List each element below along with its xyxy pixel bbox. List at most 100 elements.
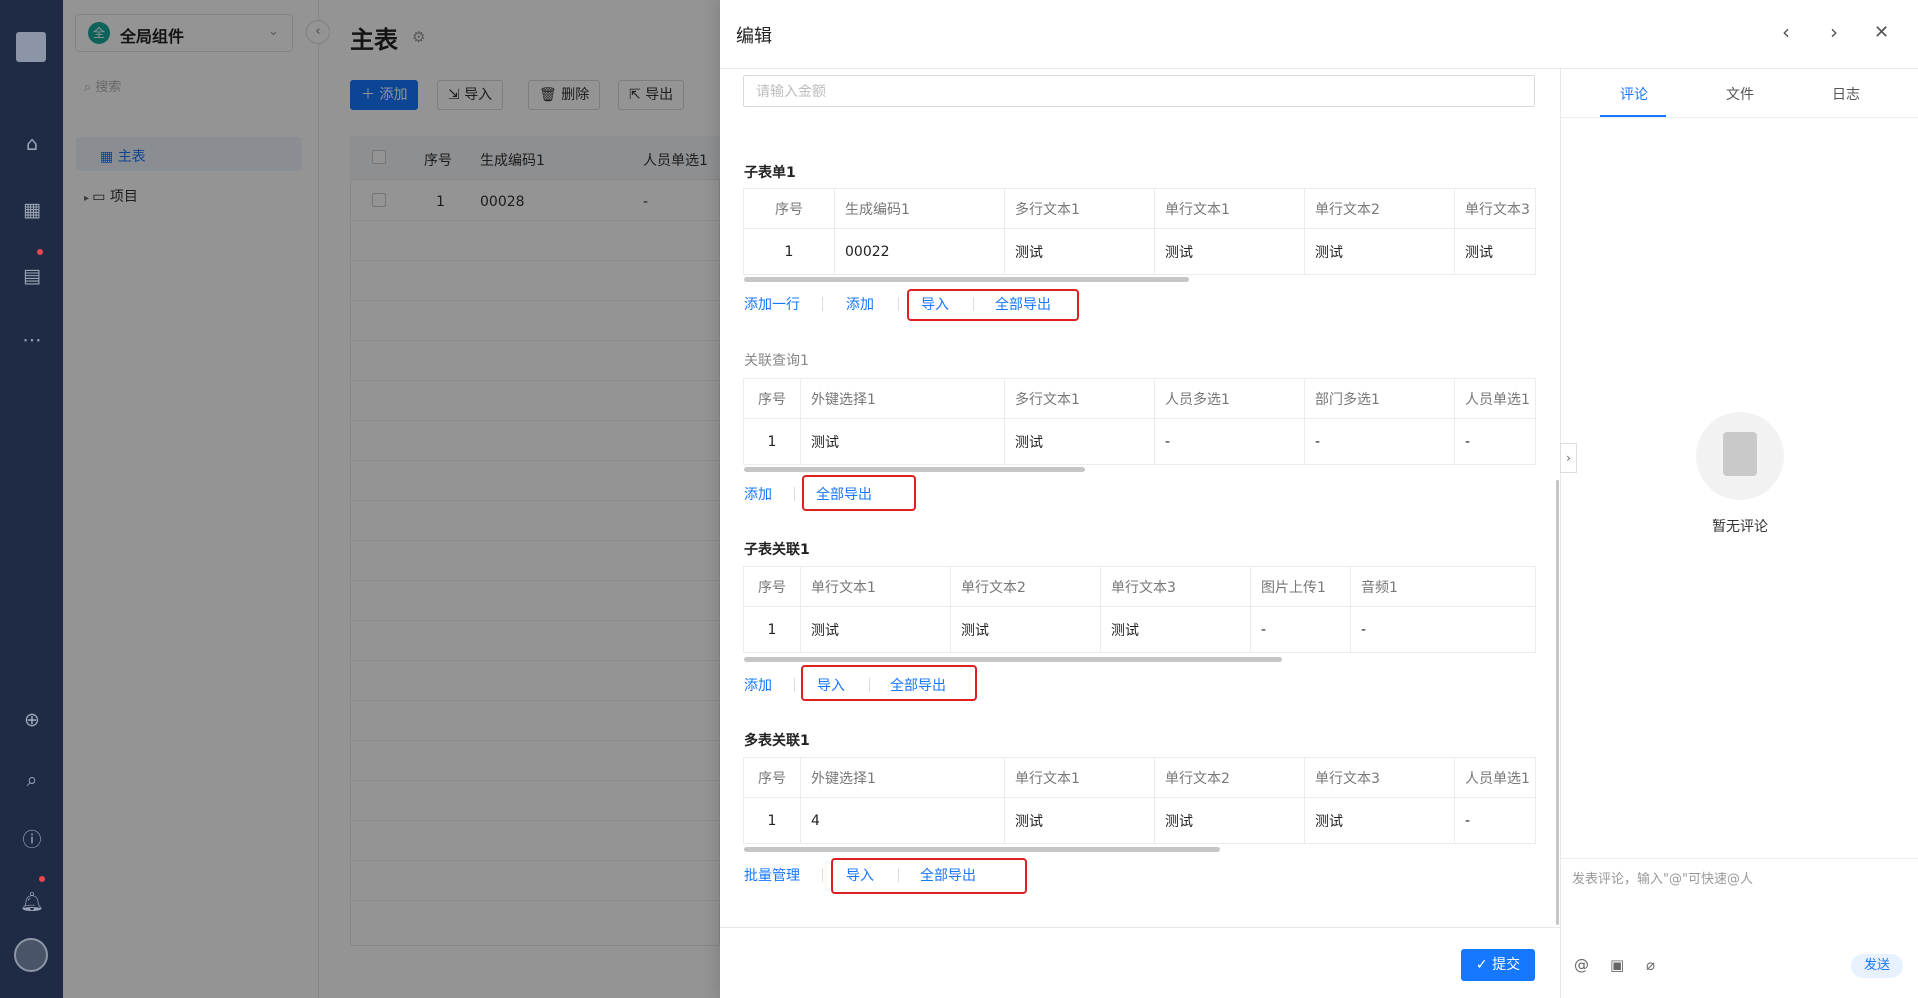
amount-input[interactable]	[743, 75, 1535, 107]
column-header: 单行文本2	[1304, 188, 1455, 229]
column-header: 单行文本2	[950, 566, 1101, 607]
table-cell: 测试	[800, 606, 951, 653]
footer-divider	[720, 927, 1560, 928]
empty-state-text: 暂无评论	[1712, 519, 1768, 535]
apps-icon[interactable]: ▦	[18, 196, 46, 224]
submit-button[interactable]: ✓ 提交	[1461, 949, 1535, 981]
table-cell: 测试	[1100, 606, 1251, 653]
add-link[interactable]: 添加	[846, 294, 874, 314]
home-icon[interactable]: ⌂	[18, 130, 46, 158]
table-cell[interactable]: 测试	[1154, 228, 1305, 275]
empty-document-icon	[1723, 432, 1757, 476]
table-cell: 1	[743, 418, 801, 465]
table-cell: -	[1154, 418, 1305, 465]
notification-dot	[39, 876, 45, 882]
active-tab-indicator	[1600, 115, 1666, 117]
column-header: 单行文本3	[1304, 757, 1455, 798]
column-header: 序号	[743, 378, 801, 419]
tabs-divider	[1561, 117, 1918, 118]
vertical-scrollbar[interactable]	[1556, 480, 1559, 925]
table-cell: 测试	[1004, 797, 1155, 844]
table-row: 1 测试 测试 - - -	[743, 418, 1536, 465]
horizontal-scrollbar[interactable]	[744, 847, 1220, 852]
table-cell: 测试	[1304, 797, 1455, 844]
column-header: 人员单选1	[1454, 378, 1536, 419]
highlight-box	[907, 289, 1079, 321]
highlight-box	[831, 858, 1027, 894]
highlight-box	[801, 665, 977, 701]
close-icon[interactable]: ✕	[1874, 22, 1889, 43]
table-cell[interactable]: 测试	[1454, 228, 1536, 275]
at-icon[interactable]: @	[1574, 956, 1589, 974]
horizontal-scrollbar[interactable]	[744, 467, 1085, 472]
separator	[822, 868, 823, 882]
horizontal-scrollbar[interactable]	[744, 657, 1282, 662]
table-cell[interactable]: 测试	[1004, 228, 1155, 275]
table-row: 1 测试 测试 测试 - -	[743, 606, 1536, 653]
expand-panel-icon[interactable]: ›	[1560, 443, 1577, 473]
tab-logs[interactable]: 日志	[1832, 84, 1860, 104]
tab-comments[interactable]: 评论	[1620, 84, 1648, 104]
table-cell[interactable]: 00022	[834, 228, 1005, 275]
section-title: 子表关联1	[744, 542, 810, 558]
drawer-header-divider	[720, 68, 1918, 69]
chevron-left-icon[interactable]: ‹	[1782, 20, 1790, 44]
table-cell: 测试	[950, 606, 1101, 653]
table-cell: -	[1454, 797, 1536, 844]
table-cell: -	[1250, 606, 1351, 653]
column-header: 序号	[743, 566, 801, 607]
table-cell: 测试	[1004, 418, 1155, 465]
attachment-icon[interactable]: ⌀	[1646, 956, 1655, 974]
send-button[interactable]: 发送	[1851, 954, 1903, 978]
table-row: 1 00022 测试 测试 测试 测试	[743, 228, 1536, 275]
add-row-link[interactable]: 添加一行	[744, 294, 800, 314]
column-header: 单行文本1	[1154, 188, 1305, 229]
column-header: 单行文本1	[800, 566, 951, 607]
column-header: 图片上传1	[1250, 566, 1351, 607]
separator	[794, 487, 795, 501]
add-circle-icon[interactable]: ⊕	[18, 706, 46, 734]
column-header: 音频1	[1350, 566, 1536, 607]
table-cell[interactable]: 测试	[1304, 228, 1455, 275]
modal-mask[interactable]	[63, 0, 720, 998]
section-title: 关联查询1	[744, 353, 809, 369]
highlight-box	[802, 475, 916, 511]
column-header: 单行文本1	[1004, 757, 1155, 798]
batch-manage-link[interactable]: 批量管理	[744, 865, 800, 885]
lookup-table: 序号 外键选择1 多行文本1 人员多选1 部门多选1 人员单选1 1 测试 测试…	[743, 378, 1536, 465]
drawer-title: 编辑	[736, 26, 772, 47]
table-cell: 测试	[1154, 797, 1305, 844]
add-link[interactable]: 添加	[744, 484, 772, 504]
table-cell: 1	[743, 606, 801, 653]
document-icon[interactable]: ▤	[18, 262, 46, 290]
horizontal-scrollbar[interactable]	[744, 277, 1189, 282]
column-header: 外键选择1	[800, 378, 1005, 419]
separator	[794, 678, 795, 692]
add-link[interactable]: 添加	[744, 675, 772, 695]
column-header: 生成编码1	[834, 188, 1005, 229]
column-header: 单行文本3	[1100, 566, 1251, 607]
table-cell: -	[1350, 606, 1536, 653]
column-header: 单行文本2	[1154, 757, 1305, 798]
comment-input[interactable]: 发表评论，输入"@"可快速@人	[1572, 868, 1753, 887]
multi-table-link-table: 序号 外键选择1 单行文本1 单行文本2 单行文本3 人员单选1 1 4 测试 …	[743, 757, 1536, 844]
tab-files[interactable]: 文件	[1726, 84, 1754, 104]
column-header: 部门多选1	[1304, 378, 1455, 419]
search-icon[interactable]: ⌕	[18, 766, 46, 794]
separator	[898, 297, 899, 311]
more-icon[interactable]: ⋯	[18, 326, 46, 354]
bell-icon[interactable]: 🔔︎	[18, 888, 46, 916]
help-icon[interactable]: ⓘ	[18, 826, 46, 854]
subform-table: 序号 生成编码1 多行文本1 单行文本1 单行文本2 单行文本3 1 00022…	[743, 188, 1536, 275]
table-row: 1 4 测试 测试 测试 -	[743, 797, 1536, 844]
column-header: 序号	[743, 188, 835, 229]
table-cell: 1	[743, 228, 835, 275]
table-cell: 1	[743, 797, 801, 844]
table-cell: 测试	[800, 418, 1005, 465]
table-cell: 4	[800, 797, 1005, 844]
table-cell: -	[1454, 418, 1536, 465]
avatar[interactable]	[14, 938, 48, 972]
chevron-right-icon[interactable]: ›	[1830, 20, 1838, 44]
image-icon[interactable]: ▣	[1610, 956, 1624, 974]
column-header: 多行文本1	[1004, 188, 1155, 229]
